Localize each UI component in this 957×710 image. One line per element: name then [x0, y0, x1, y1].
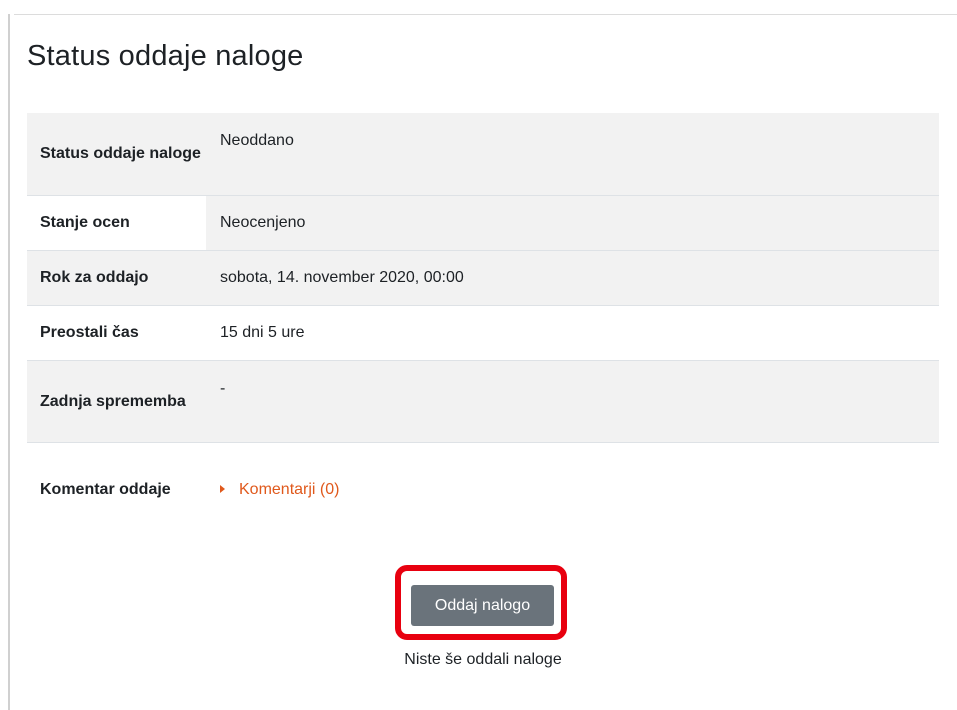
- row-label-grading-status: Stanje ocen: [27, 195, 206, 250]
- table-row-submission-comments: Komentar oddaje Komentarji (0): [27, 442, 939, 537]
- submit-assignment-button[interactable]: Oddaj nalogo: [411, 585, 554, 626]
- table-row-submission-status: Status oddaje naloge Neoddano: [27, 113, 939, 195]
- caret-right-icon: [220, 484, 225, 493]
- submit-note: Niste še oddali naloge: [404, 651, 562, 668]
- page-title: Status oddaje naloge: [27, 40, 304, 72]
- row-value-due-date: sobota, 14. november 2020, 00:00: [220, 268, 464, 286]
- row-value-submission-status: Neoddano: [220, 132, 294, 149]
- row-label-submission-comments: Komentar oddaje: [40, 481, 171, 499]
- row-label-last-modified: Zadnja sprememba: [40, 392, 186, 410]
- submission-status-table: Status oddaje naloge Neoddano Stanje oce…: [27, 113, 939, 537]
- row-value-time-remaining: 15 dni 5 ure: [220, 323, 305, 341]
- submit-area: Oddaj nalogo Niste še oddali naloge: [27, 565, 939, 685]
- comments-toggle-link[interactable]: Komentarji (0): [220, 478, 339, 502]
- table-row-grading-status: Stanje ocen Neocenjeno: [27, 195, 939, 250]
- left-divider: [8, 14, 10, 710]
- assignment-status-page: Status oddaje naloge Status oddaje nalog…: [0, 0, 957, 710]
- row-value-submission-comments: Komentarji (0): [206, 442, 939, 537]
- row-value-grading-status: Neocenjeno: [206, 195, 939, 250]
- comments-link-label: Komentarji (0): [239, 480, 340, 498]
- row-label-due-date: Rok za oddajo: [40, 269, 149, 286]
- row-value-last-modified: -: [220, 379, 226, 397]
- table-row-time-remaining: Preostali čas 15 dni 5 ure: [27, 305, 939, 360]
- table-row-last-modified: Zadnja sprememba -: [27, 360, 939, 442]
- table-row-due-date: Rok za oddajo sobota, 14. november 2020,…: [27, 250, 939, 305]
- row-label-time-remaining: Preostali čas: [40, 324, 139, 341]
- top-divider: [14, 14, 957, 15]
- row-label-submission-status: Status oddaje naloge: [40, 145, 201, 163]
